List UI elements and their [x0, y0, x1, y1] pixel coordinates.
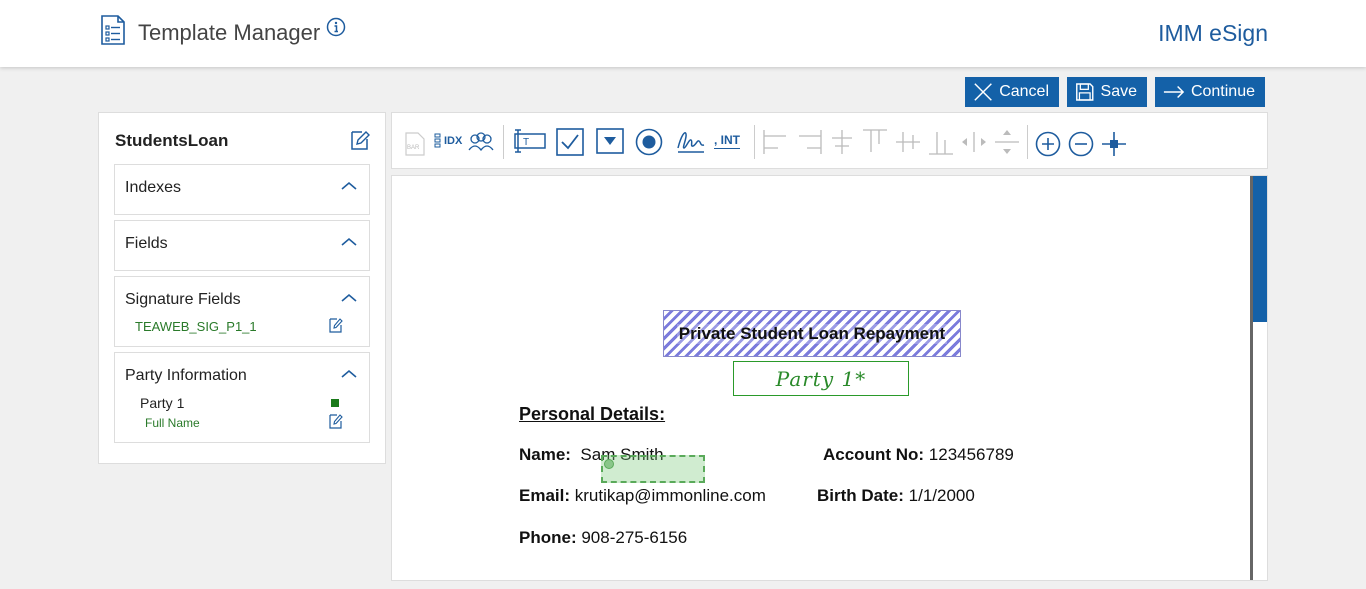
- party-name[interactable]: Party 1: [140, 395, 184, 411]
- template-list-icon: [101, 15, 125, 45]
- scrollbar-thumb[interactable]: [1253, 176, 1267, 322]
- document-title: Private Student Loan Repayment: [676, 323, 948, 344]
- align-middle-icon[interactable]: [894, 128, 922, 156]
- align-top-icon[interactable]: [861, 128, 889, 156]
- edit-icon[interactable]: [350, 129, 370, 151]
- initials-tool[interactable]: , INT: [714, 131, 740, 149]
- account-value: 123456789: [928, 445, 1014, 464]
- align-right-icon[interactable]: [795, 128, 823, 156]
- chevron-up-icon[interactable]: [341, 369, 357, 379]
- toolbar-separator: [503, 125, 504, 159]
- zoom-out-icon[interactable]: [1068, 131, 1094, 157]
- close-icon: [974, 83, 992, 101]
- align-left-icon[interactable]: [762, 128, 790, 156]
- edit-icon[interactable]: [329, 317, 343, 333]
- svg-text:T: T: [523, 137, 529, 148]
- field-toolbar: BAR IDX T , INT: [391, 112, 1268, 169]
- party-field-item[interactable]: Full Name: [145, 416, 200, 430]
- indexes-section[interactable]: Indexes: [114, 164, 370, 215]
- chevron-up-icon[interactable]: [341, 237, 357, 247]
- party-information-title: Party Information: [125, 367, 247, 384]
- zoom-in-icon[interactable]: [1035, 131, 1061, 157]
- barcode-icon[interactable]: BAR: [404, 131, 426, 157]
- idx-label: IDX: [444, 135, 463, 147]
- int-label: , INT: [714, 133, 740, 149]
- index-field-tool[interactable]: IDX: [434, 133, 462, 149]
- align-bottom-icon[interactable]: [927, 128, 955, 156]
- signature-placement-field[interactable]: [601, 455, 705, 483]
- fields-title: Fields: [125, 235, 168, 252]
- continue-label: Continue: [1190, 83, 1255, 100]
- personal-details-heading: Personal Details:: [519, 404, 666, 424]
- party-field-box[interactable]: Party 1*: [733, 361, 909, 396]
- svg-text:BAR: BAR: [407, 145, 420, 151]
- edit-icon[interactable]: [329, 413, 343, 429]
- template-name: StudentsLoan: [115, 131, 229, 150]
- radio-icon[interactable]: [635, 128, 663, 156]
- document-canvas[interactable]: Private Student Loan Repayment Party 1* …: [391, 175, 1268, 581]
- distribute-vertical-icon[interactable]: [993, 128, 1021, 156]
- cancel-button[interactable]: Cancel: [965, 77, 1059, 107]
- email-line: Email: krutikap@immonline.com: [519, 486, 766, 506]
- field-anchor-icon: [604, 459, 614, 469]
- save-label: Save: [1100, 83, 1137, 100]
- info-icon[interactable]: [326, 17, 346, 37]
- chevron-up-icon[interactable]: [341, 293, 357, 303]
- align-center-icon[interactable]: [828, 128, 856, 156]
- name-label: Name:: [519, 445, 571, 464]
- phone-label: Phone:: [519, 528, 577, 547]
- distribute-horizontal-icon[interactable]: [960, 128, 988, 156]
- toolbar-separator: [1027, 125, 1028, 159]
- save-button[interactable]: Save: [1067, 77, 1147, 107]
- group-icon[interactable]: [468, 132, 494, 152]
- text-field-icon[interactable]: T: [514, 128, 546, 154]
- party-color-swatch: [331, 399, 339, 407]
- crosshair-icon[interactable]: [1101, 131, 1127, 157]
- birth-date-value: 1/1/2000: [908, 486, 975, 505]
- signature-field-item[interactable]: TEAWEB_SIG_P1_1: [135, 319, 257, 334]
- account-label: Account No:: [823, 445, 925, 464]
- brand-name: IMM eSign: [1158, 20, 1268, 46]
- document-title-field[interactable]: Private Student Loan Repayment: [663, 310, 961, 357]
- signature-icon[interactable]: [676, 128, 706, 154]
- email-value: krutikap@immonline.com: [574, 486, 766, 505]
- signature-fields-section[interactable]: Signature Fields TEAWEB_SIG_P1_1: [114, 276, 370, 347]
- signature-fields-title: Signature Fields: [125, 291, 241, 308]
- dropdown-icon[interactable]: [596, 128, 624, 154]
- phone-value: 908-275-6156: [581, 528, 688, 547]
- page-title: Template Manager: [138, 20, 321, 45]
- party-information-section[interactable]: Party Information Party 1 Full Name: [114, 352, 370, 443]
- template-sidebar: StudentsLoan Indexes Fields Signature Fi…: [98, 112, 386, 464]
- email-label: Email:: [519, 486, 571, 505]
- birth-date-label: Birth Date:: [817, 486, 904, 505]
- toolbar-separator: [754, 125, 755, 159]
- indexes-title: Indexes: [125, 179, 182, 196]
- arrow-right-icon: [1163, 85, 1185, 99]
- chevron-up-icon[interactable]: [341, 181, 357, 191]
- continue-button[interactable]: Continue: [1155, 77, 1265, 107]
- checkbox-icon[interactable]: [556, 128, 584, 156]
- save-icon: [1076, 83, 1094, 101]
- cancel-label: Cancel: [999, 83, 1049, 100]
- account-line: Account No: 123456789: [823, 445, 1014, 465]
- app-header: Template Manager IMM eSign: [0, 0, 1366, 67]
- index-icon: [434, 133, 441, 148]
- fields-section[interactable]: Fields: [114, 220, 370, 271]
- phone-line: Phone: 908-275-6156: [519, 528, 687, 548]
- birth-date-line: Birth Date: 1/1/2000: [817, 486, 975, 506]
